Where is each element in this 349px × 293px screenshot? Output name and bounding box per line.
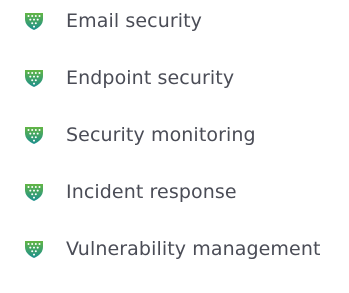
- list-item-label: Security monitoring: [66, 124, 256, 146]
- list-item-label: Endpoint security: [66, 67, 235, 89]
- shield-mesh-icon: [25, 13, 43, 30]
- list-item-label: Incident response: [66, 181, 237, 203]
- list-item-label: Vulnerability management: [66, 238, 321, 260]
- feature-list: Email security Endpoint security Securit…: [0, 0, 349, 293]
- shield-mesh-icon: [25, 184, 43, 201]
- list-item-label: Email security: [66, 10, 203, 32]
- shield-mesh-icon: [25, 70, 43, 87]
- shield-mesh-icon: [25, 241, 43, 258]
- shield-mesh-icon: [25, 127, 43, 144]
